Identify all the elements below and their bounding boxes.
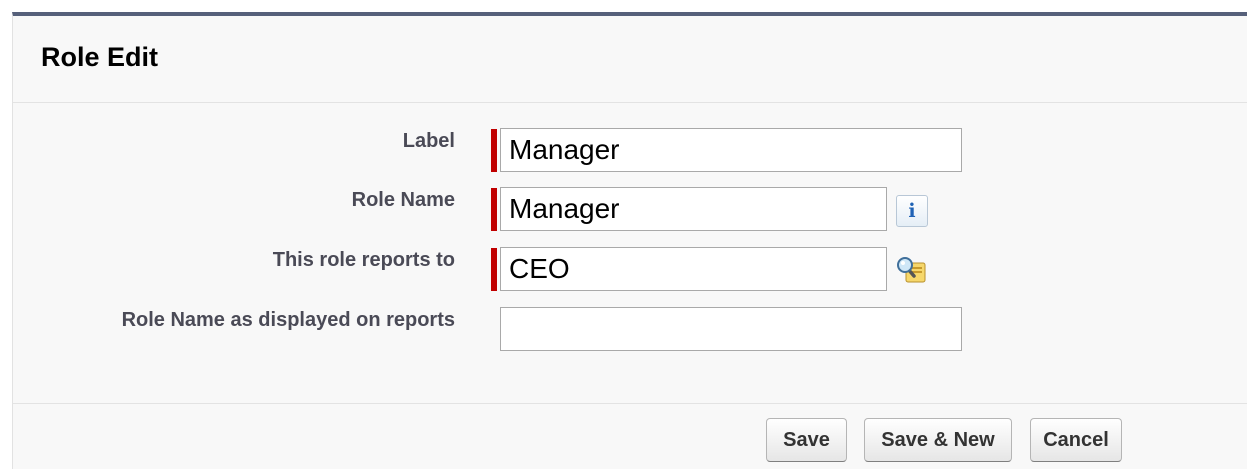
button-bar: Save Save & New Cancel — [13, 404, 1247, 470]
magnifier-lookup-icon — [897, 257, 926, 283]
form-row-reports-to: This role reports to — [13, 238, 1247, 291]
form-row-role-name: Role Name i — [13, 178, 1247, 231]
form-row-report-display-name: Role Name as displayed on reports — [13, 298, 1247, 351]
required-marker — [491, 188, 497, 231]
reports-to-input[interactable] — [500, 247, 887, 291]
role-name-field-label: Role Name — [351, 189, 455, 211]
label-input[interactable] — [500, 128, 962, 172]
lookup-icon[interactable] — [895, 255, 929, 287]
reports-to-field-label: This role reports to — [272, 249, 455, 271]
info-icon[interactable]: i — [895, 195, 929, 227]
role-name-input[interactable] — [500, 187, 887, 231]
save-and-new-button[interactable]: Save & New — [864, 418, 1012, 462]
info-icon-glyph: i — [896, 195, 928, 227]
required-marker — [491, 248, 497, 291]
panel-header: Role Edit — [13, 16, 1247, 103]
role-edit-panel: Role Edit Label Role Name i This role re… — [12, 12, 1247, 469]
role-edit-form: Label Role Name i This role reports to — [13, 103, 1247, 404]
page-title: Role Edit — [41, 42, 159, 72]
report-display-name-input[interactable] — [500, 307, 962, 351]
cancel-button[interactable]: Cancel — [1030, 418, 1122, 462]
save-button[interactable]: Save — [766, 418, 847, 462]
required-marker — [491, 129, 497, 172]
report-display-name-field-label: Role Name as displayed on reports — [121, 309, 455, 331]
form-row-label: Label — [13, 119, 1247, 172]
label-field-label: Label — [402, 130, 455, 152]
